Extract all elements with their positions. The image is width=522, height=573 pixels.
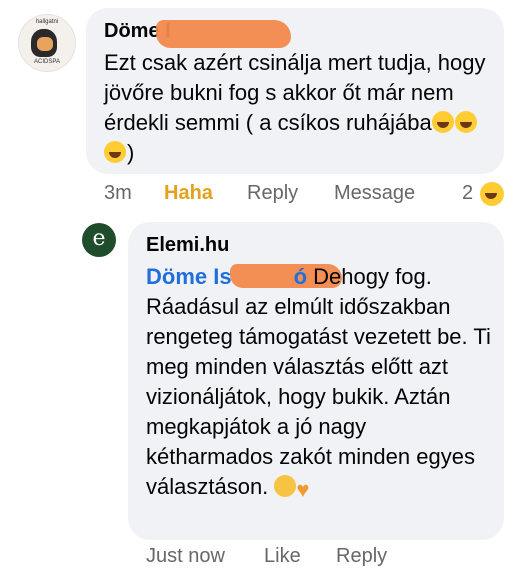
laughing-reaction-icon[interactable] (480, 182, 504, 206)
comment-timestamp[interactable]: 3m (104, 182, 132, 205)
mention-link[interactable]: Döme Is ó (146, 264, 307, 289)
haha-reaction-button[interactable]: Haha (164, 182, 213, 205)
reply-actions: Just now Like Reply (146, 545, 506, 573)
redaction-mark (156, 20, 291, 48)
comment-bubble: Döme I Ezt csak azért csinálja mert tudj… (86, 8, 504, 174)
comment-text-body: Ezt csak azért csinálja mert tudja, hogy… (104, 50, 486, 135)
avatar-bottom-text: ACIDSPA (34, 59, 60, 65)
message-button[interactable]: Message (334, 182, 415, 205)
ok-hand-emoji-icon (274, 475, 297, 497)
mention-end: ó (293, 264, 308, 289)
avatar-top-text: hallgatni (35, 19, 59, 25)
reply-text-body: Dehogy fog. Ráadásul az elmúlt időszakba… (146, 264, 491, 499)
avatar-cat-face (37, 37, 53, 51)
mention-start: Döme Is (146, 264, 232, 289)
comment-text: Ezt csak azért csinálja mert tudja, hogy… (104, 48, 494, 168)
orange-heart-emoji-icon: ♥ (296, 477, 310, 502)
laughing-crying-emoji-icon (104, 141, 126, 163)
reply-bubble: Elemi.hu Döme Is ó Dehogy fog. Ráadásul a… (128, 222, 504, 540)
reply-button[interactable]: Reply (247, 182, 298, 205)
laughing-crying-emoji-icon (431, 111, 454, 133)
page-avatar[interactable]: e (82, 223, 116, 257)
reply-text: Döme Is ó Dehogy fog. Ráadásul az elmúlt … (146, 262, 496, 502)
reaction-count[interactable]: 2 (462, 182, 473, 205)
comment-actions: 3m Haha Reply Message 2 (104, 182, 504, 210)
reply-author[interactable]: Elemi.hu (146, 234, 229, 257)
commenter-avatar[interactable]: hallgatni ACIDSPA (18, 14, 76, 72)
comment-text-end: ) (127, 140, 135, 165)
laughing-crying-emoji-icon (454, 111, 477, 133)
